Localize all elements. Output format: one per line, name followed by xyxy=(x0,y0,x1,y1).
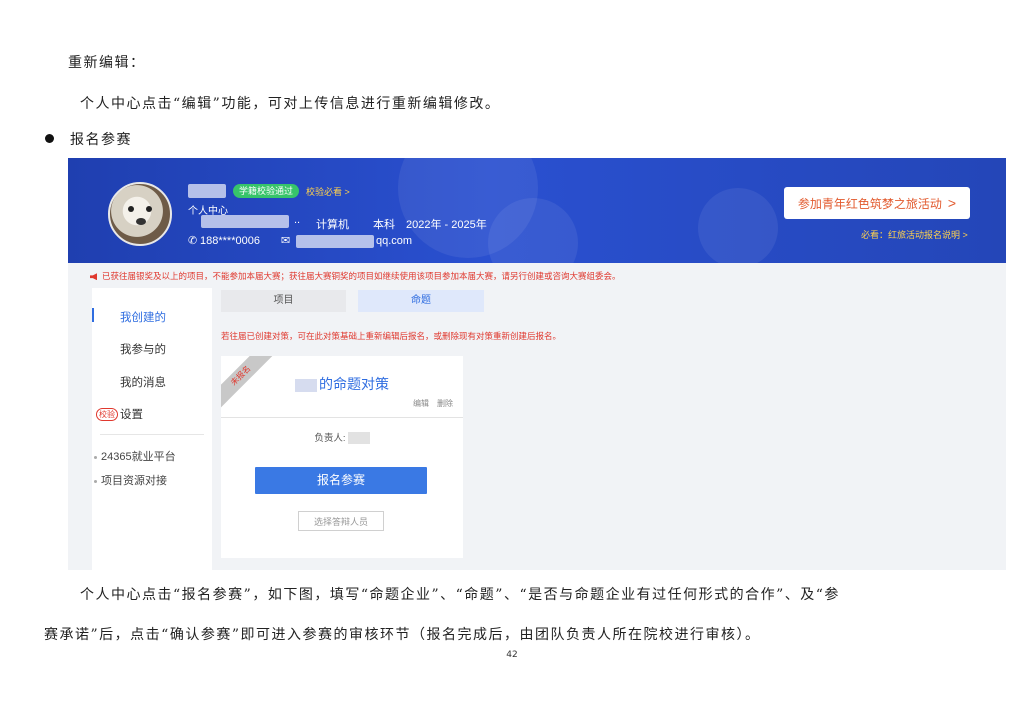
sidebar-item-joined[interactable]: 我参与的 xyxy=(120,341,166,357)
card-title-text: 的命题对策 xyxy=(319,376,389,392)
leader-row: 负责人: xyxy=(221,430,463,445)
enrollment-verified-badge: 学籍校验通过 xyxy=(233,184,300,198)
degree-text: 本科 xyxy=(373,219,395,231)
bullet-icon xyxy=(45,134,54,143)
notice-text: 已获往届银奖及以上的项目，不能参加本届大赛；获往届大赛铜奖的项目如继续使用该项目… xyxy=(102,271,621,281)
active-indicator xyxy=(92,308,94,322)
heading-edit: 重新编辑： xyxy=(68,55,146,71)
phone-icon: ✆ xyxy=(188,235,198,247)
paragraph-signup-line1: 个人中心点击“报名参赛”，如下图，填写“命题企业”、“命题”、“是否与命题企业有… xyxy=(80,587,840,603)
chevron-right-icon: > xyxy=(947,195,957,211)
sidebar-divider xyxy=(100,434,204,435)
card-actions: 编辑 删除 xyxy=(405,398,453,409)
avatar[interactable] xyxy=(108,182,172,246)
join-red-dream-button[interactable]: 参加青年红色筑梦之旅活动 > xyxy=(784,187,970,219)
tab-topic[interactable]: 命题 xyxy=(358,290,484,312)
school-redacted xyxy=(201,215,289,228)
bullet-heading-signup: 报名参赛 xyxy=(70,132,132,148)
sidebar-link-24365-label: 24365就业平台 xyxy=(101,451,176,463)
name-redacted xyxy=(188,184,226,198)
sidebar-link-24365[interactable]: 24365就业平台 xyxy=(94,448,176,464)
signup-button[interactable]: 报名参赛 xyxy=(255,467,427,494)
school-ellipsis: .. xyxy=(294,214,301,226)
delete-link[interactable]: 删除 xyxy=(437,399,453,408)
paragraph-signup-line2: 赛承诺”后，点击“确认参赛”即可进入参赛的审核环节（报名完成后，由团队负责人所在… xyxy=(44,627,761,643)
sidebar-item-messages[interactable]: 我的消息 xyxy=(120,374,166,390)
major-text: 计算机 xyxy=(316,219,349,231)
speaker-icon xyxy=(90,273,97,281)
title-redacted xyxy=(295,378,317,392)
edit-link[interactable]: 编辑 xyxy=(413,399,429,408)
page-number: 42 xyxy=(506,650,518,660)
email-suffix: qq.com xyxy=(376,235,413,247)
sidebar-item-created[interactable]: 我创建的 xyxy=(120,309,166,325)
select-defender-button[interactable]: 选择答辩人员 xyxy=(298,511,384,531)
leader-redacted xyxy=(347,432,370,445)
sidebar: 我创建的 我参与的 我的消息 校验 设置 24365就业平台 项目资源对接 xyxy=(92,288,212,570)
settings-label: 设置 xyxy=(120,409,143,421)
sidebar-link-resource-label: 项目资源对接 xyxy=(101,475,167,487)
tab-project[interactable]: 项目 xyxy=(221,290,346,312)
years-text: 2022年 - 2025年 xyxy=(406,219,487,231)
paragraph-edit: 个人中心点击“编辑”功能，可对上传信息进行重新编辑修改。 xyxy=(80,96,501,112)
leader-label: 负责人: xyxy=(314,433,346,444)
card-divider xyxy=(221,417,463,418)
email-redacted xyxy=(296,235,374,248)
mail-icon: ✉ xyxy=(281,235,291,247)
embedded-screenshot: 学籍校验通过 校验必看 > 个人中心 .. 计算机 本科 2022年 - 202… xyxy=(68,158,1006,570)
topic-card: 未报名 的命题对策 编辑 删除 负责人: 报名参赛 选择答辩人员 xyxy=(221,356,463,558)
phone-text: 188****0006 xyxy=(200,235,260,247)
notice-bar: 已获往届银奖及以上的项目，不能参加本届大赛；获往届大赛铜奖的项目如继续使用该项目… xyxy=(90,270,621,282)
verify-guide-link[interactable]: 校验必看 > xyxy=(306,185,350,198)
hint-text: 若往届已创建对策，可在此对策基础上重新编辑后报名，或删除现有对策重新创建后报名。 xyxy=(221,331,562,341)
card-title: 的命题对策 xyxy=(221,374,463,394)
profile-banner: 学籍校验通过 校验必看 > 个人中心 .. 计算机 本科 2022年 - 202… xyxy=(68,158,1006,263)
sidebar-item-settings[interactable]: 校验 设置 xyxy=(96,406,143,422)
must-read-link[interactable]: 必看：红旅活动报名说明 > xyxy=(861,228,968,241)
sidebar-link-resource[interactable]: 项目资源对接 xyxy=(94,472,167,488)
settings-verify-badge: 校验 xyxy=(96,408,118,422)
join-red-dream-label: 参加青年红色筑梦之旅活动 xyxy=(797,197,942,211)
